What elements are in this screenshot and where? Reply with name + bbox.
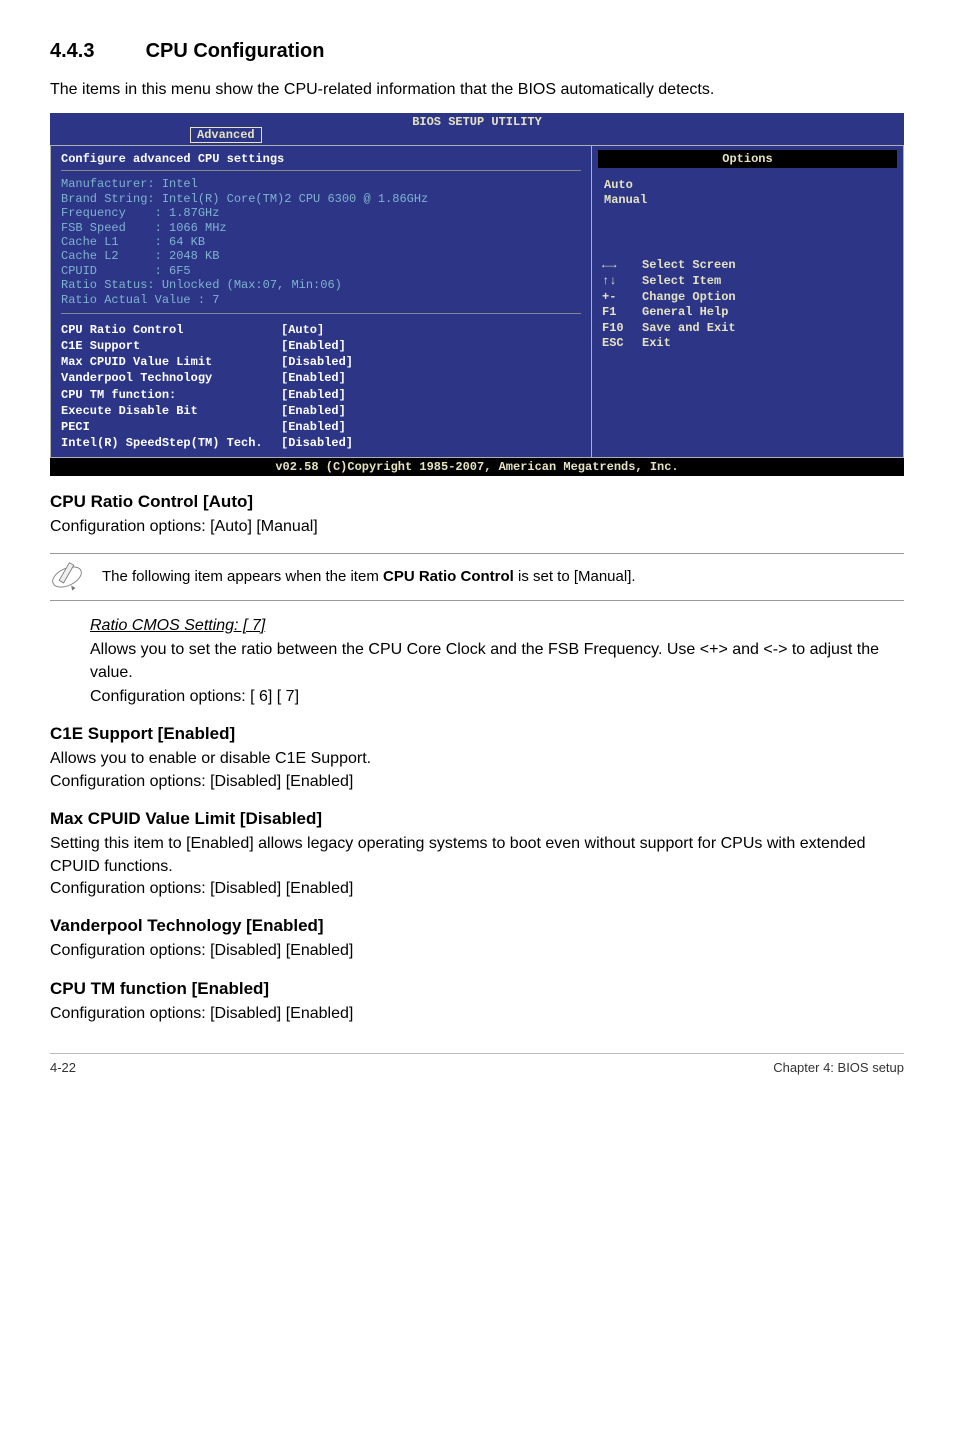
bios-left-pane: Configure advanced CPU settings Manufact… xyxy=(50,145,592,458)
setting-row[interactable]: Intel(R) SpeedStep(TM) Tech.[Disabled] xyxy=(61,435,581,451)
setting-value: [Disabled] xyxy=(281,435,353,451)
setting-key: Max CPUID Value Limit xyxy=(61,354,281,370)
setting-value: [Disabled] xyxy=(281,354,353,370)
heading-vanderpool: Vanderpool Technology [Enabled] xyxy=(50,916,904,936)
setting-key: CPU TM function: xyxy=(61,387,281,403)
setting-value: [Enabled] xyxy=(281,370,346,386)
bios-footer: v02.58 (C)Copyright 1985-2007, American … xyxy=(50,458,904,476)
heading-cpu-ratio: CPU Ratio Control [Auto] xyxy=(50,492,904,512)
text-c1e: Allows you to enable or disable C1E Supp… xyxy=(50,748,904,793)
heading-cpu-tm: CPU TM function [Enabled] xyxy=(50,979,904,999)
help-block: Select Screen Select Item +-Change Optio… xyxy=(592,218,903,358)
setting-key: Intel(R) SpeedStep(TM) Tech. xyxy=(61,435,281,451)
help-text: Select Screen xyxy=(642,258,736,274)
setting-row[interactable]: Max CPUID Value Limit[Disabled] xyxy=(61,354,581,370)
note-text: The following item appears when the item… xyxy=(102,567,636,587)
help-key: F10 xyxy=(602,321,642,337)
setting-value: [Enabled] xyxy=(281,338,346,354)
setting-key: Execute Disable Bit xyxy=(61,403,281,419)
heading-ratio-cmos: Ratio CMOS Setting: [ 7] xyxy=(90,617,265,634)
note-bold: CPU Ratio Control xyxy=(383,568,514,585)
info-line: FSB Speed : 1066 MHz xyxy=(61,221,581,235)
help-row: +-Change Option xyxy=(602,290,893,306)
bios-right-pane: Options Auto Manual Select Screen Select… xyxy=(592,145,904,458)
section-heading: 4.4.3 CPU Configuration xyxy=(50,40,904,63)
bios-title: BIOS SETUP UTILITY xyxy=(50,115,904,129)
setting-row[interactable]: Vanderpool Technology[Enabled] xyxy=(61,370,581,386)
setting-row[interactable]: C1E Support[Enabled] xyxy=(61,338,581,354)
page-footer: 4-22 Chapter 4: BIOS setup xyxy=(50,1053,904,1075)
options-list: Auto Manual xyxy=(592,174,903,218)
cpu-info-block: Manufacturer: Intel Brand String: Intel(… xyxy=(61,170,581,314)
text-vanderpool: Configuration options: [Disabled] [Enabl… xyxy=(50,940,904,962)
note-pre: The following item appears when the item xyxy=(102,568,383,585)
pencil-icon xyxy=(50,560,84,594)
setting-key: C1E Support xyxy=(61,338,281,354)
info-line: Brand String: Intel(R) Core(TM)2 CPU 630… xyxy=(61,192,581,206)
help-row: F1General Help xyxy=(602,305,893,321)
arrows-left-right-icon xyxy=(602,258,642,274)
text-cpu-ratio: Configuration options: [Auto] [Manual] xyxy=(50,516,904,538)
info-line: Manufacturer: Intel xyxy=(61,177,581,191)
setting-value: [Enabled] xyxy=(281,419,346,435)
info-line: Frequency : 1.87GHz xyxy=(61,206,581,220)
text-max-cpuid: Setting this item to [Enabled] allows le… xyxy=(50,833,904,900)
bios-title-bar: BIOS SETUP UTILITY Advanced xyxy=(50,113,904,145)
cpu-settings-block: CPU Ratio Control[Auto] C1E Support[Enab… xyxy=(61,322,581,452)
heading-max-cpuid: Max CPUID Value Limit [Disabled] xyxy=(50,809,904,829)
setting-value: [Enabled] xyxy=(281,403,346,419)
setting-row[interactable]: CPU TM function:[Enabled] xyxy=(61,387,581,403)
page-number: 4-22 xyxy=(50,1060,76,1075)
help-row: Select Item xyxy=(602,274,893,290)
setting-row[interactable]: CPU Ratio Control[Auto] xyxy=(61,322,581,338)
info-line: Ratio Actual Value : 7 xyxy=(61,293,581,307)
help-text: General Help xyxy=(642,305,728,321)
note-box: The following item appears when the item… xyxy=(50,553,904,601)
setting-value: [Auto] xyxy=(281,322,324,338)
help-text: Save and Exit xyxy=(642,321,736,337)
heading-c1e: C1E Support [Enabled] xyxy=(50,724,904,744)
info-line: Ratio Status: Unlocked (Max:07, Min:06) xyxy=(61,278,581,292)
bios-panel: BIOS SETUP UTILITY Advanced Configure ad… xyxy=(50,113,904,476)
setting-row[interactable]: Execute Disable Bit[Enabled] xyxy=(61,403,581,419)
chapter-label: Chapter 4: BIOS setup xyxy=(773,1060,904,1075)
text-ratio-cmos-2: Configuration options: [ 6] [ 7] xyxy=(90,686,904,708)
note-post: is set to [Manual]. xyxy=(514,568,636,585)
info-line: Cache L2 : 2048 KB xyxy=(61,249,581,263)
info-line: Cache L1 : 64 KB xyxy=(61,235,581,249)
help-key: +- xyxy=(602,290,642,306)
text-cpu-tm: Configuration options: [Disabled] [Enabl… xyxy=(50,1003,904,1025)
help-row: ESCExit xyxy=(602,336,893,352)
section-number: 4.4.3 xyxy=(50,40,140,63)
help-text: Select Item xyxy=(642,274,721,290)
setting-value: [Enabled] xyxy=(281,387,346,403)
setting-key: Vanderpool Technology xyxy=(61,370,281,386)
setting-key: PECI xyxy=(61,419,281,435)
setting-key: CPU Ratio Control xyxy=(61,322,281,338)
arrows-up-down-icon xyxy=(602,274,642,290)
text-ratio-cmos-1: Allows you to set the ratio between the … xyxy=(90,639,904,684)
help-key: ESC xyxy=(602,336,642,352)
section-title: CPU Configuration xyxy=(146,40,325,62)
option-item[interactable]: Auto xyxy=(604,178,891,193)
help-text: Change Option xyxy=(642,290,736,306)
option-item[interactable]: Manual xyxy=(604,193,891,208)
bios-left-heading: Configure advanced CPU settings xyxy=(61,152,581,166)
help-row: F10Save and Exit xyxy=(602,321,893,337)
help-row: Select Screen xyxy=(602,258,893,274)
section-intro: The items in this menu show the CPU-rela… xyxy=(50,79,904,101)
info-line: CPUID : 6F5 xyxy=(61,264,581,278)
options-header: Options xyxy=(598,150,897,168)
help-key: F1 xyxy=(602,305,642,321)
tab-advanced[interactable]: Advanced xyxy=(190,127,262,143)
help-text: Exit xyxy=(642,336,671,352)
setting-row[interactable]: PECI[Enabled] xyxy=(61,419,581,435)
